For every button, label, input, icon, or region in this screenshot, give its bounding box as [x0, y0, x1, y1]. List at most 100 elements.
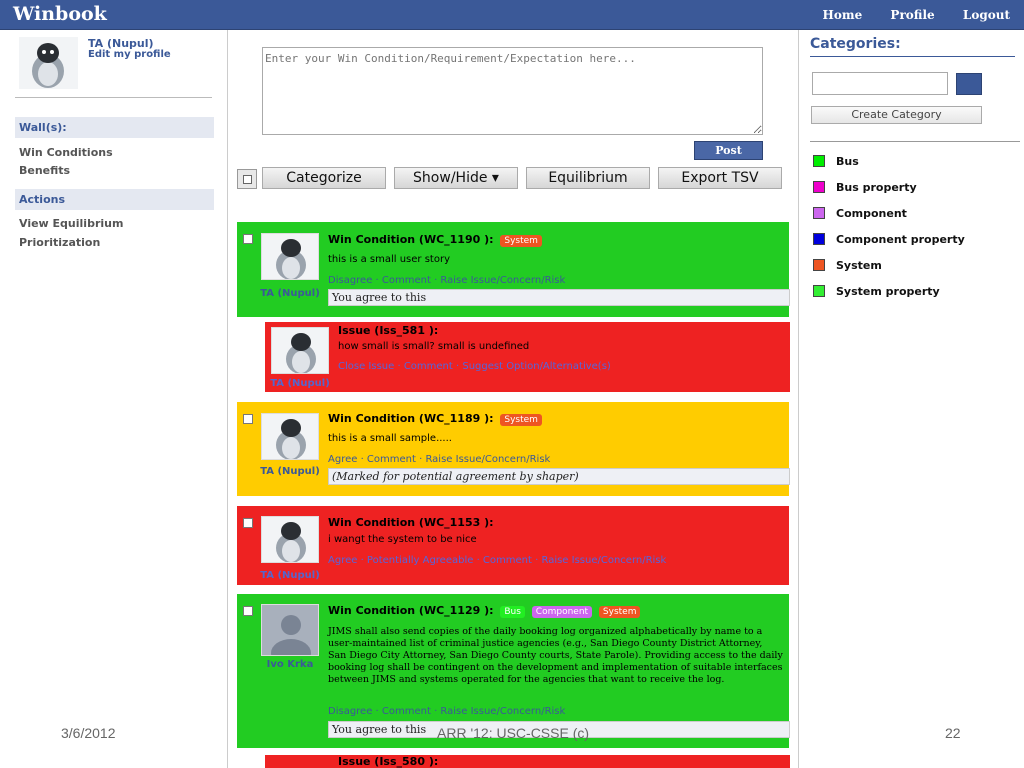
category-label: Bus [836, 155, 859, 168]
penguin-avatar-icon [272, 328, 328, 373]
card-body: how small is small? small is undefined [338, 341, 530, 352]
nav-profile-link[interactable]: Profile [890, 8, 934, 22]
card-title-text[interactable]: Win Condition (WC_1190 ): [328, 233, 494, 246]
divider [15, 97, 212, 98]
nav-logout-link[interactable]: Logout [963, 8, 1010, 22]
top-bar: Winbook Home Profile Logout [0, 0, 1024, 30]
color-swatch [813, 285, 825, 297]
tag-system[interactable]: System [598, 606, 641, 618]
author-name[interactable]: TA (Nupul) [255, 466, 325, 477]
agreement-note: (Marked for potential agreement by shape… [328, 468, 790, 485]
card-actions[interactable]: Agree · Comment · Raise Issue/Concern/Ri… [328, 454, 550, 465]
author-name[interactable]: Ivo Krka [255, 659, 325, 670]
author-name[interactable]: TA (Nupul) [265, 378, 335, 389]
author-avatar[interactable] [261, 413, 319, 460]
wall-link-benefits[interactable]: Benefits [19, 164, 70, 177]
agreement-note: You agree to this [328, 289, 790, 306]
action-link-view-equilibrium[interactable]: View Equilibrium [19, 217, 123, 230]
card-actions[interactable]: Close Issue · Comment · Suggest Option/A… [338, 361, 611, 372]
top-nav: Home Profile Logout [799, 8, 1010, 22]
card-body: this is a small user story [328, 254, 450, 265]
tag-system[interactable]: System [500, 235, 542, 247]
penguin-avatar-icon [262, 234, 318, 279]
nav-home-link[interactable]: Home [823, 8, 863, 22]
win-condition-card: TA (Nupul) Win Condition (WC_1189 ): Sys… [237, 402, 790, 496]
author-avatar[interactable] [261, 233, 319, 280]
category-name-input[interactable] [812, 72, 948, 95]
card-title: Win Condition (WC_1189 ): System [328, 412, 542, 426]
card-actions[interactable]: Disagree · Comment · Raise Issue/Concern… [328, 275, 565, 286]
category-item[interactable]: Component property [813, 233, 965, 246]
card-body: JIMS shall also send copies of the daily… [328, 626, 783, 685]
card-title-text[interactable]: Win Condition (WC_1189 ): [328, 412, 494, 425]
color-swatch [813, 155, 825, 167]
card-title-text[interactable]: Win Condition (WC_1129 ): [328, 604, 494, 617]
app-logo[interactable]: Winbook [13, 3, 107, 25]
card-checkbox[interactable] [243, 606, 253, 616]
author-avatar[interactable] [271, 327, 329, 374]
issue-card: TA (Nupul) Issue (Iss_581 ): how small i… [265, 322, 790, 392]
actions-heading: Actions [15, 189, 214, 210]
category-label: Component [836, 207, 907, 220]
equilibrium-button[interactable]: Equilibrium [526, 167, 650, 189]
author-name[interactable]: TA (Nupul) [255, 288, 325, 299]
tag-system[interactable]: System [500, 414, 542, 426]
author-avatar[interactable] [261, 604, 319, 656]
card-title: Win Condition (WC_1129 ): Bus Component … [328, 604, 641, 618]
user-avatar[interactable] [19, 37, 78, 89]
category-label: System [836, 259, 882, 272]
wall-link-win-conditions[interactable]: Win Conditions [19, 146, 113, 159]
export-tsv-button[interactable]: Export TSV [658, 167, 782, 189]
category-label: Component property [836, 233, 965, 246]
author-avatar[interactable] [261, 516, 319, 563]
action-link-prioritization[interactable]: Prioritization [19, 236, 100, 249]
card-checkbox[interactable] [243, 234, 253, 244]
penguin-avatar-icon [262, 517, 318, 562]
category-item[interactable]: Component [813, 207, 907, 220]
card-body: i wangt the system to be nice [328, 534, 477, 545]
footer-page-number: 22 [945, 725, 961, 741]
tag-bus[interactable]: Bus [500, 606, 525, 618]
category-item[interactable]: Bus property [813, 181, 917, 194]
card-checkbox[interactable] [243, 518, 253, 528]
color-swatch [813, 181, 825, 193]
card-actions[interactable]: Agree · Potentially Agreeable · Comment … [328, 555, 666, 566]
category-item[interactable]: Bus [813, 155, 859, 168]
category-color-picker[interactable] [956, 73, 982, 95]
card-body: this is a small sample..... [328, 433, 452, 444]
categorize-button[interactable]: Categorize [262, 167, 386, 189]
card-checkbox[interactable] [243, 414, 253, 424]
edit-profile-link[interactable]: Edit my profile [88, 49, 171, 60]
divider [810, 56, 1015, 57]
issue-card: Issue (Iss_580 ): [265, 755, 790, 768]
card-title[interactable]: Win Condition (WC_1153 ): [328, 516, 494, 529]
card-actions[interactable]: Disagree · Comment · Raise Issue/Concern… [328, 706, 565, 717]
card-title[interactable]: Issue (Iss_580 ): [338, 755, 438, 768]
card-title: Win Condition (WC_1190 ): System [328, 233, 542, 247]
tag-component[interactable]: Component [531, 606, 593, 618]
default-person-avatar-icon [262, 605, 318, 655]
category-label: System property [836, 285, 940, 298]
author-name[interactable]: TA (Nupul) [255, 570, 325, 581]
create-category-button[interactable]: Create Category [811, 106, 982, 124]
post-button[interactable]: Post [694, 141, 763, 160]
category-item[interactable]: System [813, 259, 882, 272]
walls-heading: Wall(s): [15, 117, 214, 138]
divider [810, 141, 1020, 142]
show-hide-dropdown[interactable]: Show/Hide ▾ [394, 167, 518, 189]
penguin-avatar-icon [262, 414, 318, 459]
color-swatch [813, 233, 825, 245]
penguin-avatar-icon [19, 37, 78, 89]
win-condition-input[interactable] [262, 47, 763, 135]
win-condition-card: TA (Nupul) Win Condition (WC_1190 ): Sys… [237, 222, 790, 317]
right-sidebar: Categories: Create Category Bus Bus prop… [798, 30, 1024, 768]
select-all-checkbox[interactable] [237, 169, 257, 189]
win-condition-card: TA (Nupul) Win Condition (WC_1153 ): i w… [237, 506, 789, 585]
category-item[interactable]: System property [813, 285, 940, 298]
card-title[interactable]: Issue (Iss_581 ): [338, 324, 438, 337]
category-label: Bus property [836, 181, 917, 194]
left-sidebar: TA (Nupul) Edit my profile Wall(s): Win … [0, 30, 228, 768]
checkbox-square [243, 175, 252, 184]
color-swatch [813, 207, 825, 219]
footer-date: 3/6/2012 [61, 725, 116, 741]
